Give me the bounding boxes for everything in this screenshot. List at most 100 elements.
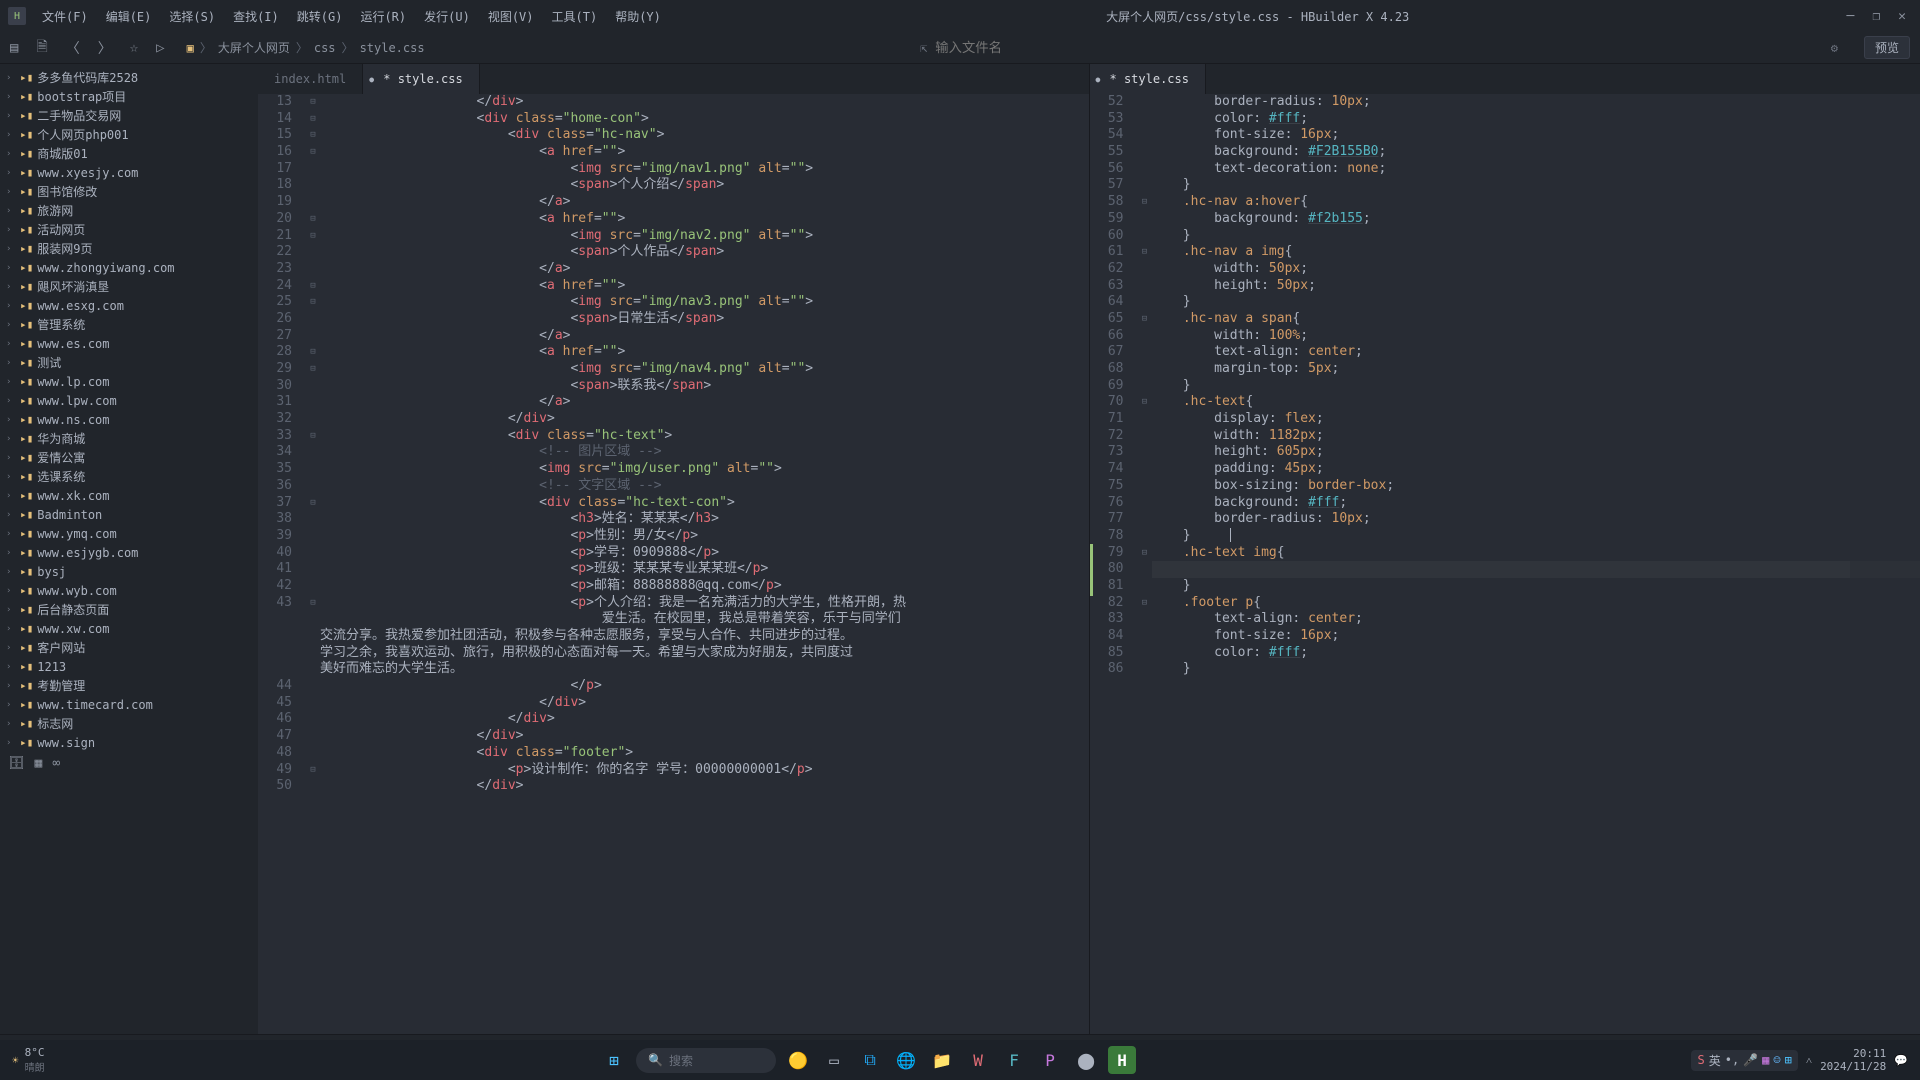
tray-chevron-icon[interactable]: ˄	[1806, 1054, 1812, 1067]
tree-item[interactable]: ›▸▮多多鱼代码库2528	[0, 68, 258, 87]
tree-item[interactable]: ›▸▮管理系统	[0, 315, 258, 334]
tree-item[interactable]: ›▸▮爱情公寓	[0, 448, 258, 467]
tab-style-css[interactable]: * style.css	[363, 64, 479, 94]
db-icon[interactable]: 🗄	[8, 756, 25, 771]
tree-item[interactable]: ›▸▮商城版01	[0, 144, 258, 163]
hbuilder-icon[interactable]: H	[1108, 1046, 1136, 1074]
app-icon-1[interactable]: ⬤	[1072, 1046, 1100, 1074]
tree-item[interactable]: ›▸▮www.zhongyiwang.com	[0, 258, 258, 277]
taskbar-search[interactable]: 🔍 搜索	[636, 1048, 776, 1073]
menu-file[interactable]: 文件(F)	[34, 4, 96, 29]
tree-item[interactable]: ›▸▮www.xw.com	[0, 619, 258, 638]
tree-label: www.wyb.com	[37, 584, 116, 598]
breadcrumb-item[interactable]: style.css	[360, 41, 425, 55]
tree-item[interactable]: ›▸▮华为商城	[0, 429, 258, 448]
file-search-input[interactable]	[935, 40, 1335, 55]
sidebar[interactable]: ›▸▮多多鱼代码库2528›▸▮bootstrap项目›▸▮二手物品交易网›▸▮…	[0, 64, 258, 1034]
tree-item[interactable]: ›▸▮www.ymq.com	[0, 524, 258, 543]
menu-find[interactable]: 查找(I)	[225, 4, 287, 29]
menu-goto[interactable]: 跳转(G)	[289, 4, 351, 29]
preview-button[interactable]: 预览	[1864, 36, 1910, 59]
forward-icon[interactable]: 〉	[98, 38, 112, 58]
tree-item[interactable]: ›▸▮图书馆修改	[0, 182, 258, 201]
tree-item[interactable]: ›▸▮1213	[0, 657, 258, 676]
tree-item[interactable]: ›▸▮www.xk.com	[0, 486, 258, 505]
tree-label: 爱情公寓	[37, 449, 85, 466]
tree-item[interactable]: ›▸▮bysj	[0, 562, 258, 581]
tree-item[interactable]: ›▸▮服装网9页	[0, 239, 258, 258]
minimap-left[interactable]	[1019, 124, 1089, 1034]
code-area-right[interactable]: 5253545556575859606162636465666768697071…	[1090, 94, 1920, 1034]
tree-item[interactable]: ›▸▮www.sign	[0, 733, 258, 752]
tree-item[interactable]: ›▸▮www.lp.com	[0, 372, 258, 391]
explorer-icon[interactable]: 📁	[928, 1046, 956, 1074]
tree-item[interactable]: ›▸▮www.esjygb.com	[0, 543, 258, 562]
menu-edit[interactable]: 编辑(E)	[98, 4, 160, 29]
tree-item[interactable]: ›▸▮www.es.com	[0, 334, 258, 353]
goto-file-icon[interactable]: ⇱	[920, 41, 927, 55]
chevron-right-icon: ›	[6, 529, 16, 539]
tab-style-css-right[interactable]: * style.css	[1090, 64, 1206, 94]
tree-item[interactable]: ›▸▮活动网页	[0, 220, 258, 239]
tree-item[interactable]: ›▸▮客户网站	[0, 638, 258, 657]
tree-item[interactable]: ›▸▮bootstrap项目	[0, 87, 258, 106]
breadcrumb-item[interactable]: css	[314, 41, 336, 55]
grid-icon[interactable]: ▦	[35, 756, 43, 771]
tab-index-html[interactable]: index.html	[258, 64, 363, 94]
tree-item[interactable]: ›▸▮选课系统	[0, 467, 258, 486]
notification-icon[interactable]: 💬	[1894, 1054, 1908, 1067]
folder-icon: ▸▮	[20, 584, 33, 597]
maximize-icon[interactable]: ❐	[1872, 9, 1880, 24]
code-area-left[interactable]: 1314151617181920212223242526272829303132…	[258, 94, 1089, 1034]
chevron-right-icon: ›	[6, 719, 16, 729]
tree-item[interactable]: ›▸▮www.ns.com	[0, 410, 258, 429]
play-icon[interactable]: ▷	[156, 40, 164, 56]
tree-item[interactable]: ›▸▮旅游网	[0, 201, 258, 220]
tree-item[interactable]: ›▸▮Badminton	[0, 505, 258, 524]
tree-item[interactable]: ›▸▮www.lpw.com	[0, 391, 258, 410]
tree-item[interactable]: ›▸▮考勤管理	[0, 676, 258, 695]
star-icon[interactable]: ☆	[130, 40, 138, 56]
clock[interactable]: 20:11 2024/11/28	[1820, 1047, 1886, 1073]
ime-indicator[interactable]: S英•, 🎤▦ ☺⊞	[1691, 1050, 1797, 1071]
new-file-icon[interactable]: ▤	[10, 40, 18, 56]
tree-item[interactable]: ›▸▮测试	[0, 353, 258, 372]
folder-icon: ▸▮	[20, 280, 33, 293]
save-icon[interactable]: 🗎	[36, 36, 47, 60]
close-icon[interactable]: ✕	[1898, 9, 1906, 24]
tree-label: bysj	[37, 565, 66, 579]
minimize-icon[interactable]: ─	[1847, 9, 1855, 24]
weather-widget[interactable]: ☀ 8°C 晴朗	[12, 1046, 45, 1074]
tree-label: 管理系统	[37, 316, 85, 333]
chevron-right-icon: ›	[6, 263, 16, 273]
menu-run[interactable]: 运行(R)	[352, 4, 414, 29]
tree-item[interactable]: ›▸▮后台静态页面	[0, 600, 258, 619]
tree-item[interactable]: ›▸▮飓风坏淌滇垦	[0, 277, 258, 296]
back-icon[interactable]: 〈	[66, 38, 80, 58]
menu-publish[interactable]: 发行(U)	[416, 4, 478, 29]
wps-icon[interactable]: W	[964, 1046, 992, 1074]
chrome-icon[interactable]: 🌐	[892, 1046, 920, 1074]
tree-item[interactable]: ›▸▮标志网	[0, 714, 258, 733]
link-icon[interactable]: ∞	[52, 756, 60, 771]
breadcrumb-item[interactable]: 大屏个人网页	[218, 39, 290, 56]
menu-view[interactable]: 视图(V)	[480, 4, 542, 29]
menu-tool[interactable]: 工具(T)	[544, 4, 606, 29]
vscode-icon[interactable]: ⧉	[856, 1046, 884, 1074]
figma-icon[interactable]: F	[1000, 1046, 1028, 1074]
tree-item[interactable]: ›▸▮二手物品交易网	[0, 106, 258, 125]
tree-item[interactable]: ›▸▮www.esxg.com	[0, 296, 258, 315]
tree-item[interactable]: ›▸▮个人网页php001	[0, 125, 258, 144]
minimap-right[interactable]	[1850, 124, 1920, 1034]
tree-item[interactable]: ›▸▮www.timecard.com	[0, 695, 258, 714]
filter-icon[interactable]: ⚙	[1831, 41, 1838, 55]
tree-label: www.es.com	[37, 337, 109, 351]
menu-help[interactable]: 帮助(Y)	[607, 4, 669, 29]
taskview-icon[interactable]: ▭	[820, 1046, 848, 1074]
tree-item[interactable]: ›▸▮www.wyb.com	[0, 581, 258, 600]
start-button[interactable]: ⊞	[600, 1046, 628, 1074]
pixso-icon[interactable]: P	[1036, 1046, 1064, 1074]
tree-item[interactable]: ›▸▮www.xyesjy.com	[0, 163, 258, 182]
copilot-icon[interactable]: 🟡	[784, 1046, 812, 1074]
menu-select[interactable]: 选择(S)	[161, 4, 223, 29]
